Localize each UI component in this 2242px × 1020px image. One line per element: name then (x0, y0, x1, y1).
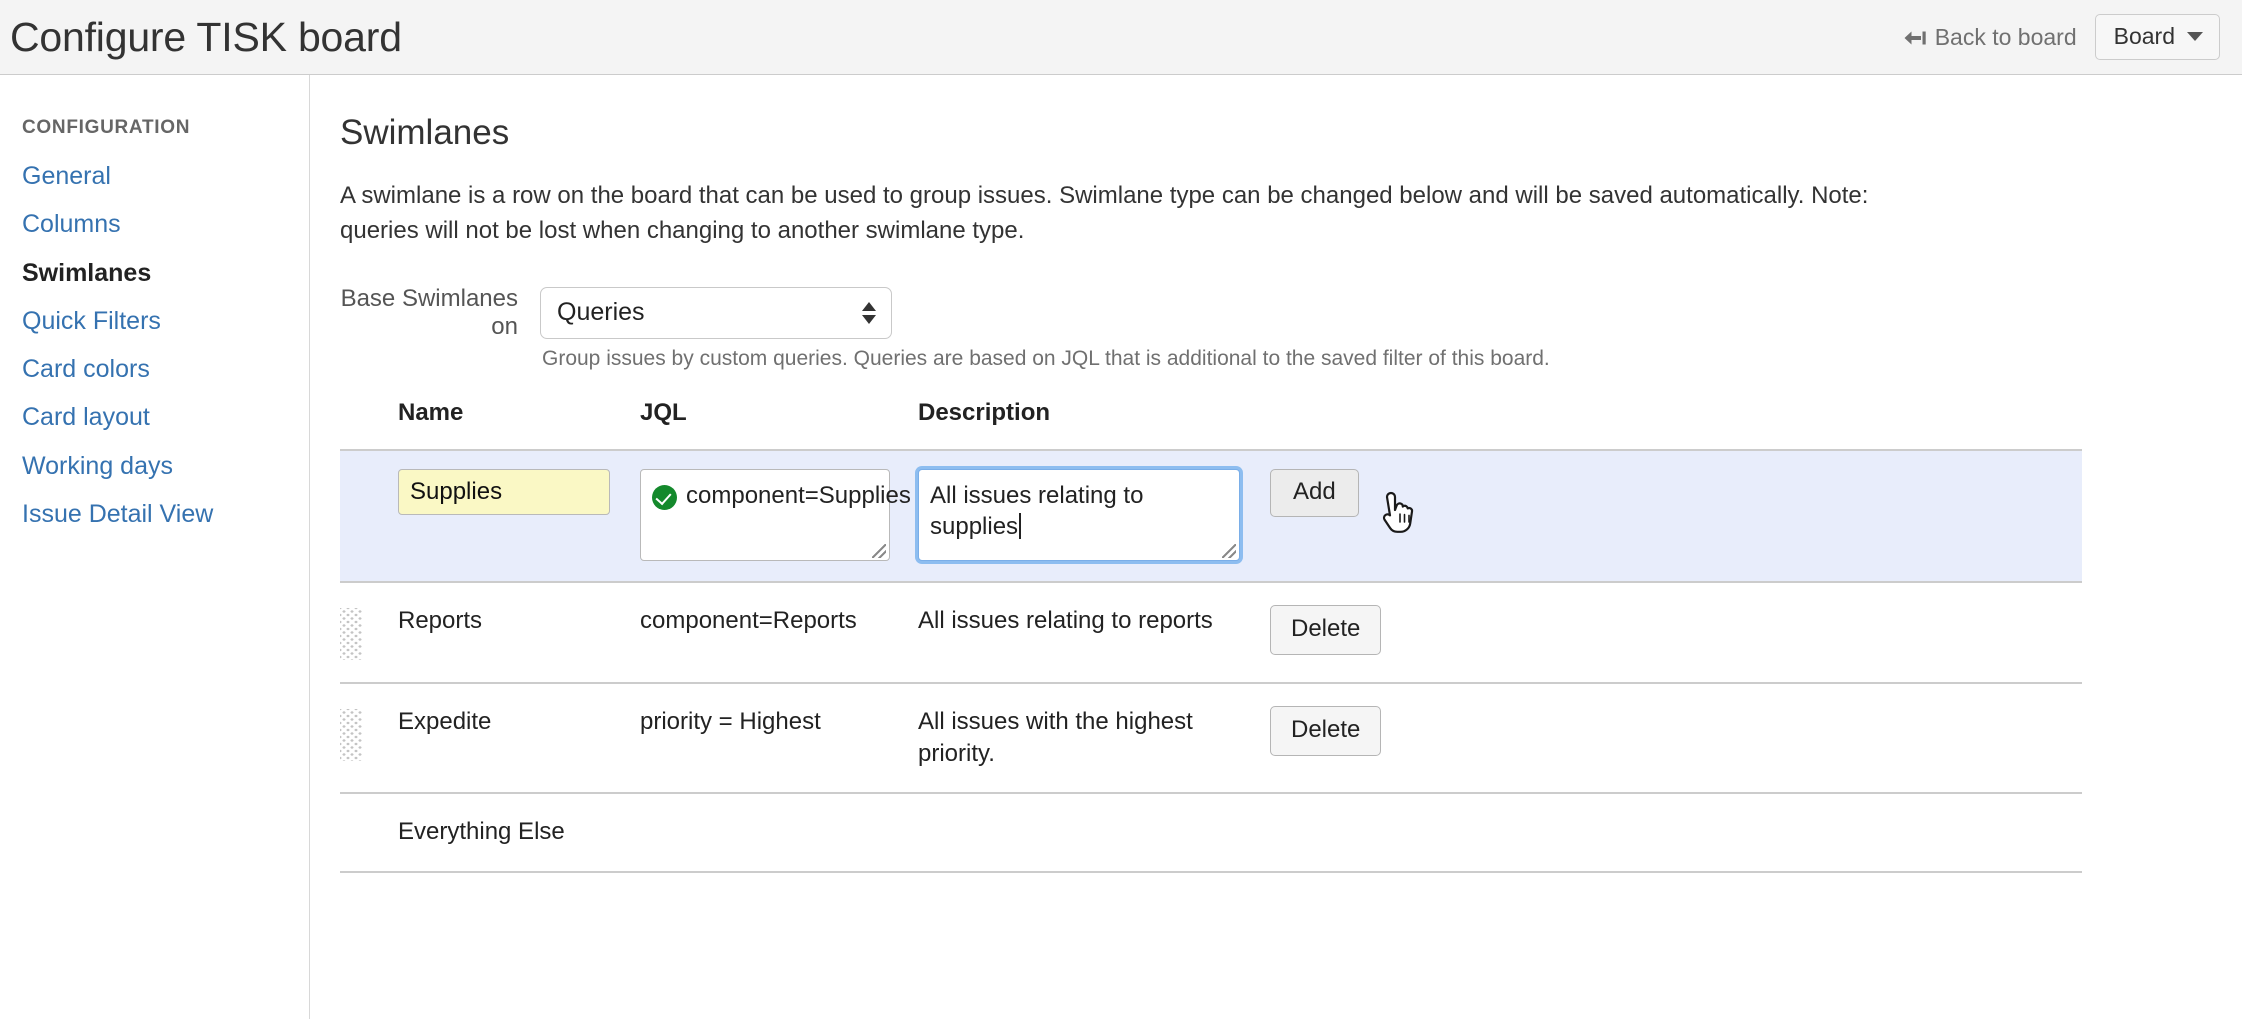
row-action-cell: Delete (1270, 683, 2082, 794)
textarea-resize-handle[interactable] (1222, 544, 1236, 558)
sidebar-item-issue-detail-view[interactable]: Issue Detail View (22, 499, 213, 530)
sidebar-item-card-colors[interactable]: Card colors (22, 354, 150, 385)
add-button[interactable]: Add (1270, 469, 1359, 517)
default-row-name: Everything Else (398, 793, 640, 871)
header-jql: JQL (640, 399, 918, 450)
arrow-left-icon (1901, 27, 1927, 47)
sidebar-heading: CONFIGURATION (22, 117, 309, 139)
default-row-grip-cell (340, 793, 398, 871)
board-dropdown-label: Board (2114, 25, 2175, 48)
textarea-resize-handle[interactable] (872, 544, 886, 558)
configuration-sidebar: CONFIGURATION General Columns Swimlanes … (0, 75, 310, 1019)
drag-handle-icon[interactable] (340, 608, 362, 660)
check-circle-icon (652, 485, 677, 510)
add-row-action-cell: Add (1270, 450, 2082, 582)
swimlanes-table: Name JQL Description component=Supplies (340, 399, 2082, 873)
row-name: Reports (398, 582, 640, 683)
sidebar-item-quick-filters[interactable]: Quick Filters (22, 306, 161, 337)
swimlane-name-input[interactable] (398, 469, 610, 515)
sidebar-item-working-days[interactable]: Working days (22, 451, 173, 482)
header-actions: Back to board Board (1901, 14, 2220, 60)
row-jql: priority = Highest (640, 683, 918, 794)
swimlane-jql-value: component=Supplies (686, 480, 911, 511)
sidebar-item-columns[interactable]: Columns (22, 209, 121, 240)
base-swimlanes-help: Group issues by custom queries. Queries … (540, 347, 2242, 371)
back-to-board-link[interactable]: Back to board (1901, 24, 2077, 51)
page-header: Configure TISK board Back to board Board (0, 0, 2242, 75)
table-header-row: Name JQL Description (340, 399, 2082, 450)
base-swimlanes-row: Base Swimlanes on Queries (340, 285, 2242, 341)
default-swimlane-row: Everything Else (340, 793, 2082, 871)
add-row-jql-cell: component=Supplies (640, 450, 918, 582)
sidebar-item-swimlanes[interactable]: Swimlanes (22, 258, 151, 289)
section-description: A swimlane is a row on the board that ca… (340, 179, 1900, 249)
board-dropdown-button[interactable]: Board (2095, 14, 2220, 60)
default-row-jql (640, 793, 918, 871)
drag-handle-icon[interactable] (340, 709, 362, 761)
add-row-name-cell (398, 450, 640, 582)
delete-button[interactable]: Delete (1270, 605, 1381, 655)
header-description: Description (918, 399, 2082, 450)
base-swimlanes-label: Base Swimlanes on (340, 285, 540, 341)
add-row-description-cell: All issues relating to supplies (918, 450, 1270, 582)
row-description: All issues relating to reports (918, 582, 1270, 683)
section-title: Swimlanes (340, 113, 2242, 153)
delete-button[interactable]: Delete (1270, 706, 1381, 756)
swimlane-description-value: All issues relating to supplies (930, 482, 1143, 540)
default-row-description (918, 793, 1270, 871)
table-row[interactable]: Reports component=Reports All issues rel… (340, 582, 2082, 683)
swimlane-jql-textarea[interactable]: component=Supplies (640, 469, 890, 561)
main-content: Swimlanes A swimlane is a row on the boa… (310, 75, 2242, 1019)
row-name: Expedite (398, 683, 640, 794)
header-grip (340, 399, 398, 450)
header-name: Name (398, 399, 640, 450)
row-action-cell: Delete (1270, 582, 2082, 683)
sidebar-item-card-layout[interactable]: Card layout (22, 402, 150, 433)
base-swimlanes-select[interactable]: Queries (540, 287, 892, 339)
row-grip-cell (340, 683, 398, 794)
chevron-down-icon (2187, 32, 2203, 41)
add-swimlane-row: component=Supplies All issues relating t… (340, 450, 2082, 582)
add-row-grip-cell (340, 450, 398, 582)
back-to-board-label: Back to board (1935, 24, 2077, 51)
sidebar-item-general[interactable]: General (22, 161, 111, 192)
mouse-pointer-hand-cursor (1382, 491, 1416, 537)
row-jql: component=Reports (640, 582, 918, 683)
base-swimlanes-select-value[interactable]: Queries (540, 287, 892, 339)
page-title: Configure TISK board (10, 17, 402, 58)
body-wrapper: CONFIGURATION General Columns Swimlanes … (0, 75, 2242, 1019)
swimlane-description-textarea[interactable]: All issues relating to supplies (918, 469, 1240, 561)
default-row-action (1270, 793, 2082, 871)
table-row[interactable]: Expedite priority = Highest All issues w… (340, 683, 2082, 794)
row-grip-cell (340, 582, 398, 683)
row-description: All issues with the highest priority. (918, 683, 1270, 794)
text-cursor-caret (1019, 513, 1021, 539)
